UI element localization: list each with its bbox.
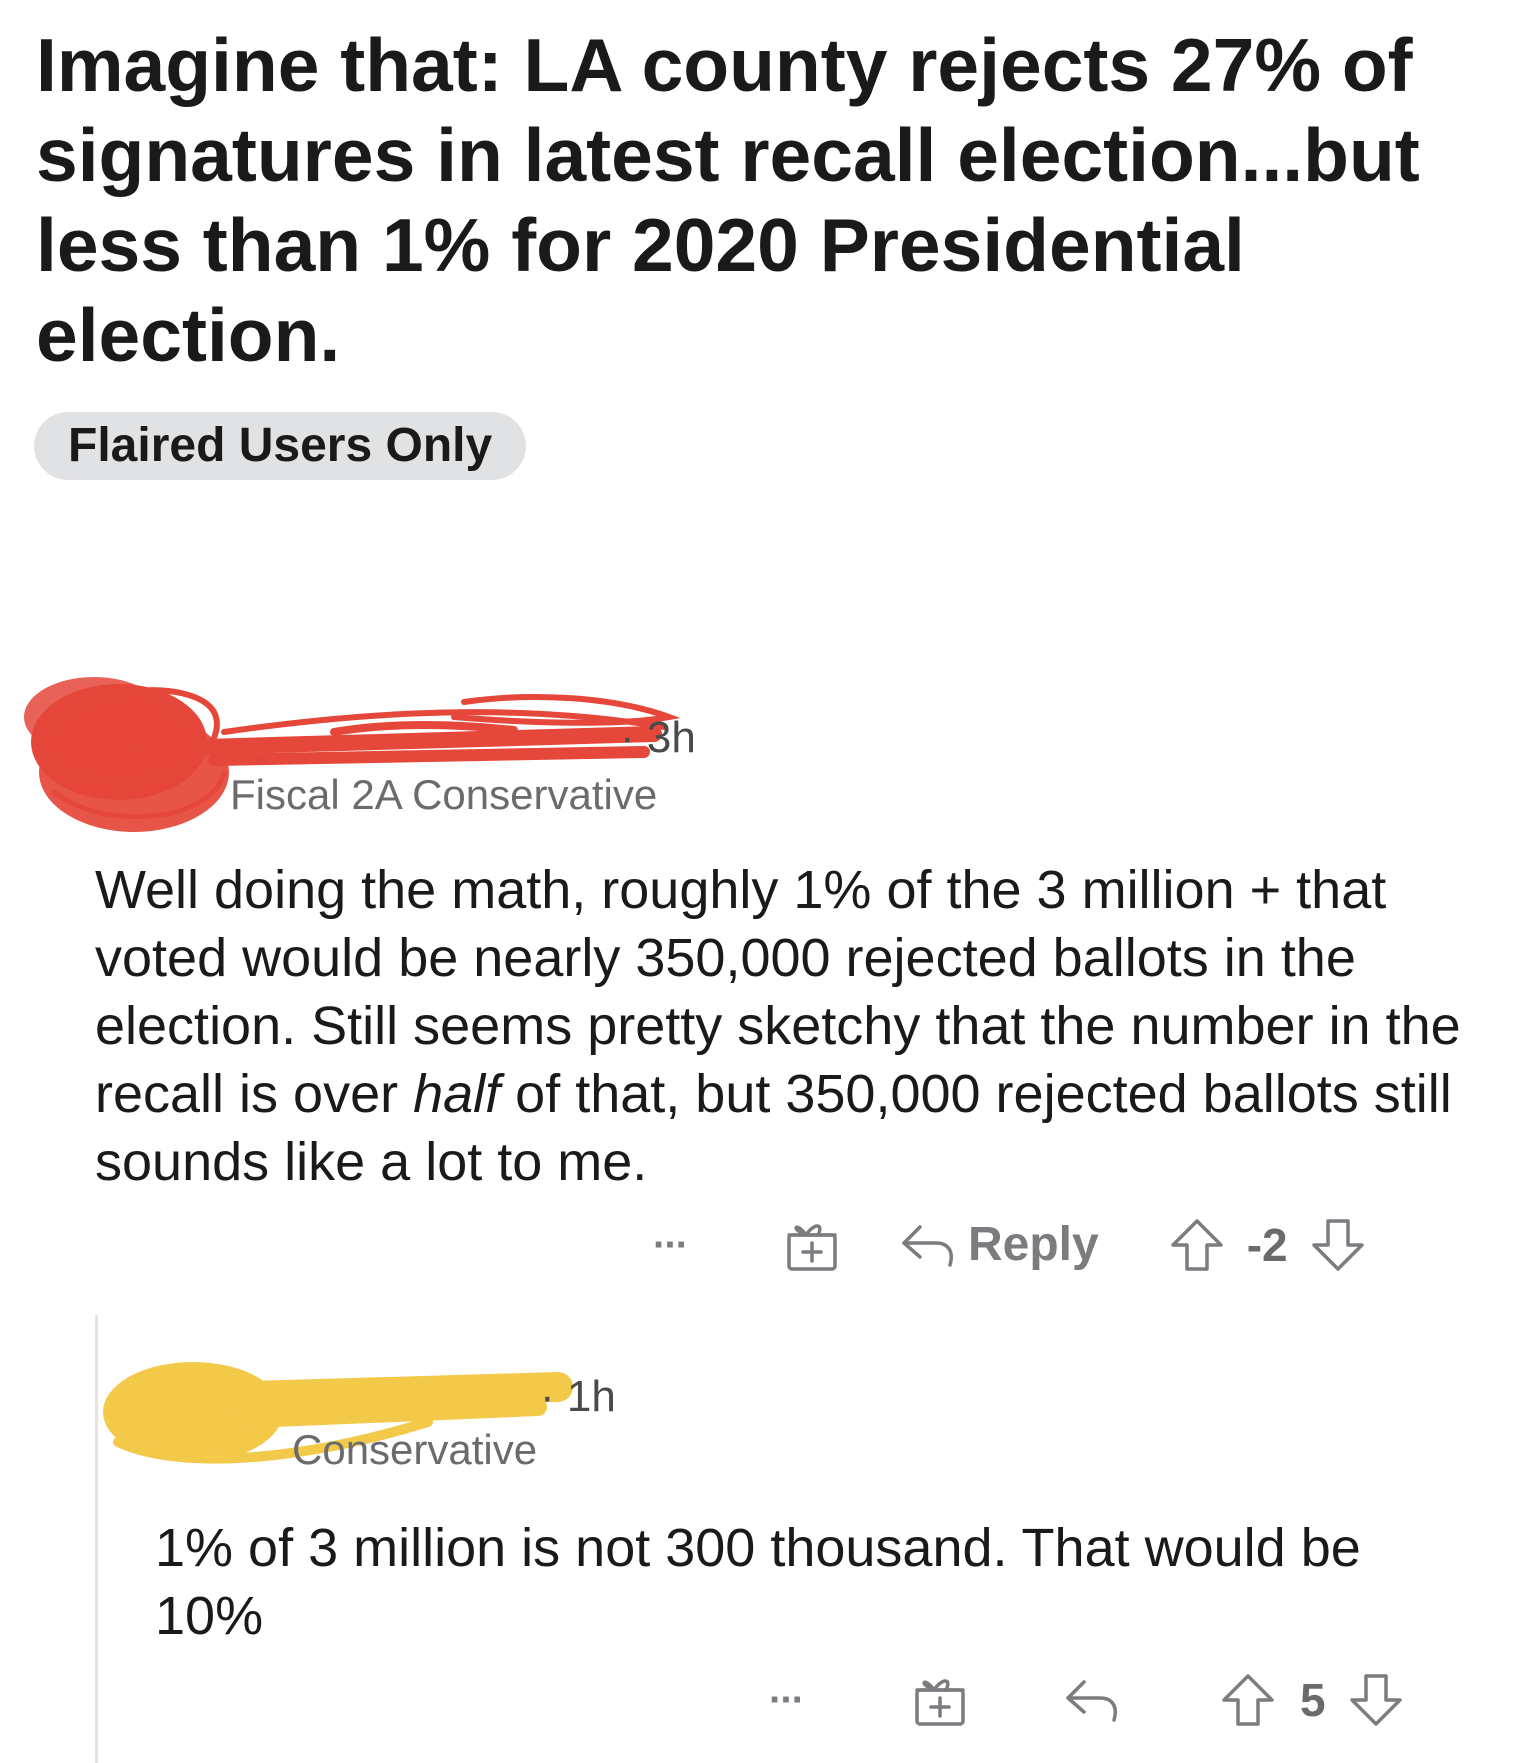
upvote-arrow-icon xyxy=(1222,1674,1274,1726)
comment-reply: · 1h Conservative 1% of 3 million is not… xyxy=(0,0,1536,1763)
more-horizontal-icon: ··· xyxy=(769,1678,805,1722)
award-button[interactable] xyxy=(910,1672,970,1728)
comment-body: 1% of 3 million is not 300 thousand. Tha… xyxy=(155,1518,1361,1646)
reply-button[interactable] xyxy=(1064,1676,1120,1724)
downvote-arrow-icon xyxy=(1349,1674,1402,1726)
upvote-button[interactable] xyxy=(1220,1672,1276,1728)
comment-timestamp: · 1h xyxy=(540,1372,616,1421)
comment-actions: ··· 5 xyxy=(756,1660,1404,1740)
reply-arrow-icon xyxy=(1066,1680,1117,1722)
more-options-button[interactable]: ··· xyxy=(756,1670,816,1730)
vote-score: 5 xyxy=(1300,1674,1326,1726)
gift-award-icon xyxy=(915,1679,965,1726)
downvote-button[interactable] xyxy=(1348,1672,1404,1728)
user-flair: Conservative xyxy=(292,1426,538,1473)
